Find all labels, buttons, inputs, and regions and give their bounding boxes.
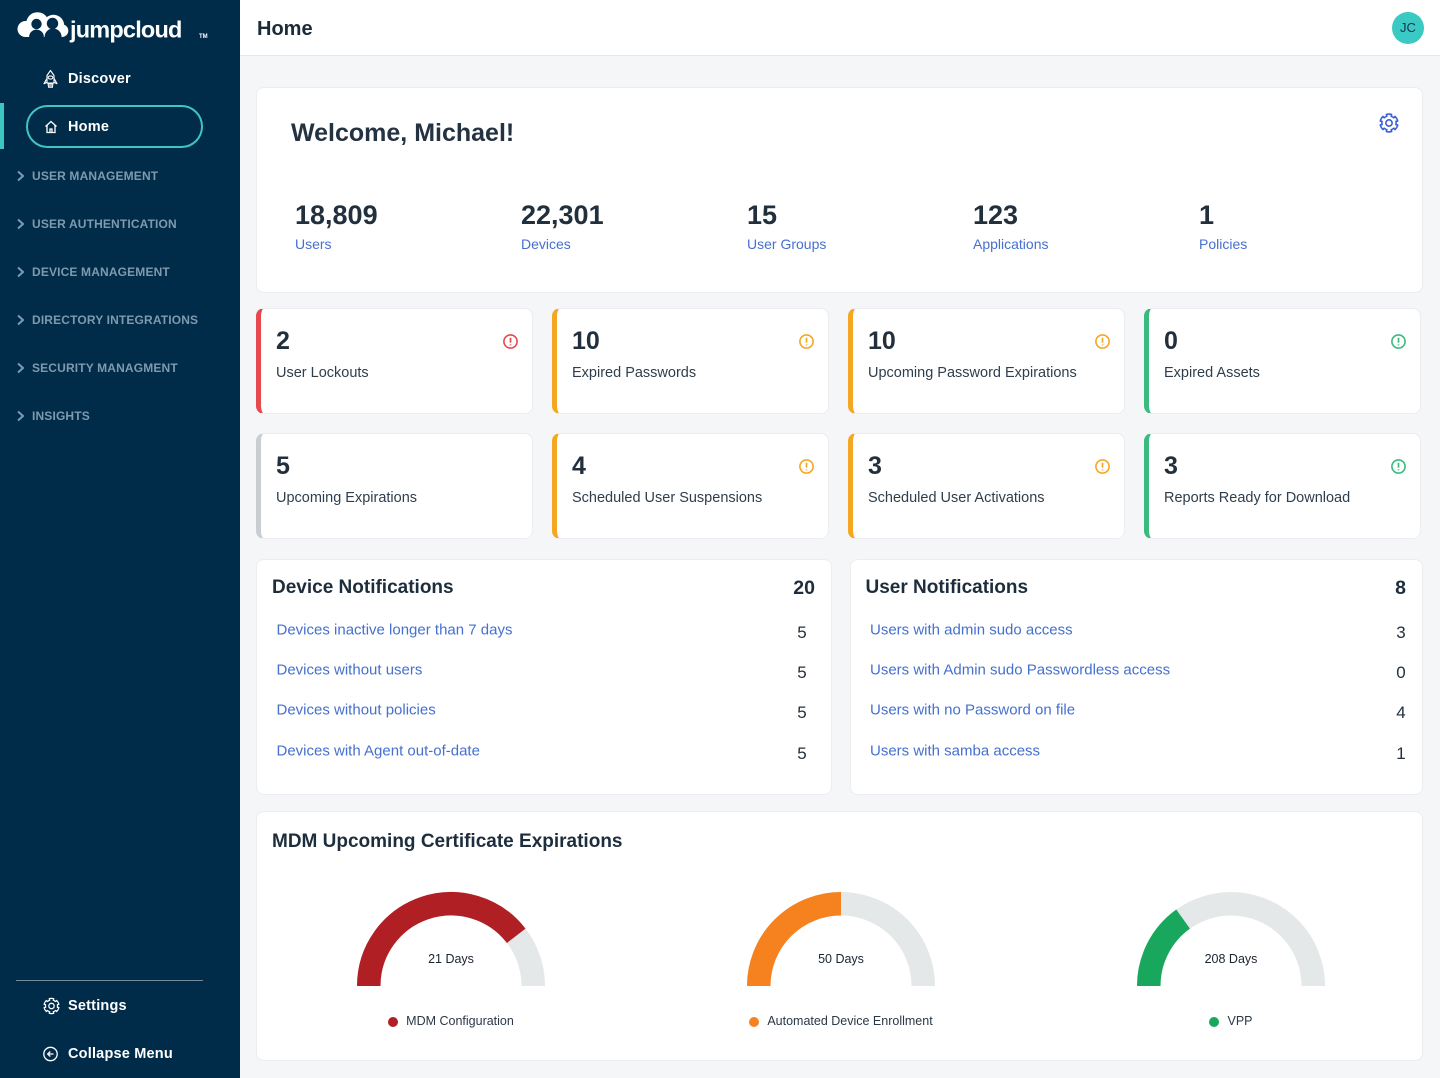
svg-text:jumpcloud: jumpcloud	[69, 17, 182, 43]
svg-text:TM: TM	[199, 34, 208, 40]
